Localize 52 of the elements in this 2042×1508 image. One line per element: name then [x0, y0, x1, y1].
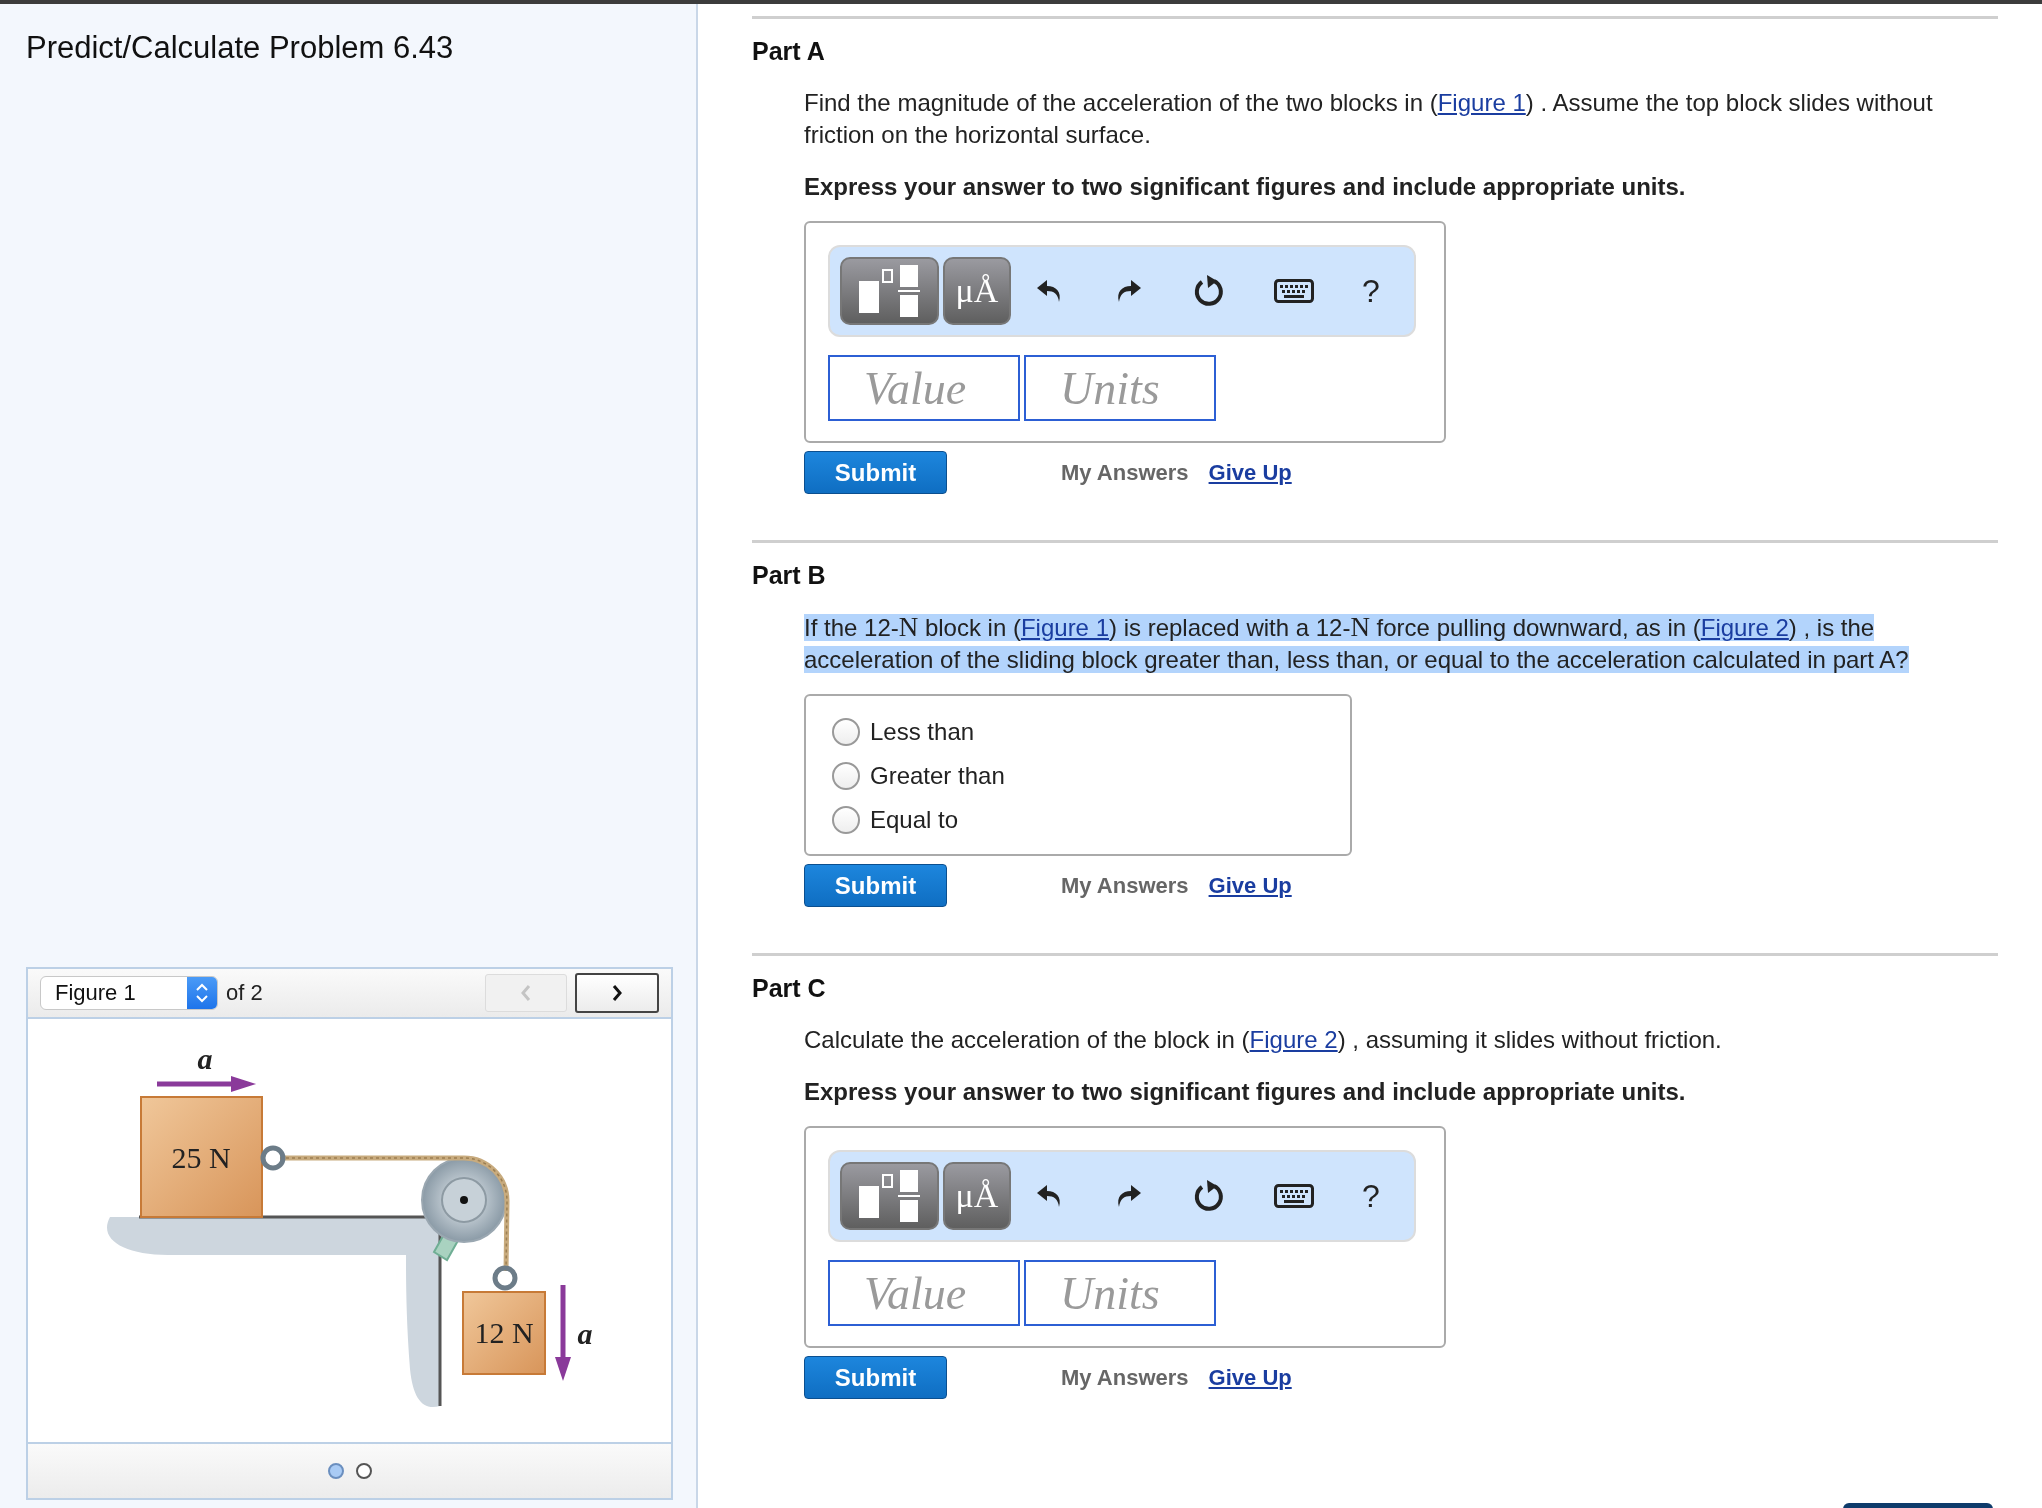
- instruction-text: Express your answer to two significant figures and include appropriate units.: [804, 1077, 1687, 1107]
- my-answers-label: My Answers: [1061, 872, 1189, 899]
- give-up-link[interactable]: Give Up: [1208, 459, 1292, 486]
- give-up-link[interactable]: Give Up: [1208, 1364, 1292, 1391]
- help-button[interactable]: ?: [1362, 1177, 1380, 1215]
- units-button[interactable]: μÅ: [943, 257, 1011, 325]
- problem-title: Predict/Calculate Problem 6.43: [26, 29, 454, 67]
- question-text: If the 12-N block in (Figure 1) is replaced with a 12-N force pulling downward, as in (Figure 2) , is the acceleration of the sliding block greater than, less than, or equal to the acceleration calculated in part A?: [804, 611, 1910, 675]
- radio-button[interactable]: [832, 762, 860, 790]
- part-heading: Part C: [752, 973, 827, 1004]
- chevron-right-icon: [611, 984, 623, 1002]
- question-text: Find the magnitude of the acceleration of the two blocks in (Figure 1) . Assume the top block slides without friction on the horizontal surface.: [804, 88, 1934, 150]
- weight-label: 25 N: [171, 1141, 231, 1174]
- units-input[interactable]: Units: [1024, 1260, 1216, 1326]
- value-input[interactable]: Value: [828, 355, 1020, 421]
- page-dot[interactable]: [327, 1463, 344, 1479]
- weight-label: 12 N: [474, 1316, 534, 1349]
- acceleration-label: a: [197, 1042, 213, 1075]
- radio-button[interactable]: [832, 806, 860, 834]
- question-text: Calculate the acceleration of the block in (Figure 2) , assuming it slides without friction.: [804, 1025, 1723, 1055]
- stepper-icon: [187, 977, 217, 1009]
- submit-button[interactable]: Submit: [804, 864, 947, 907]
- keyboard-icon[interactable]: [1273, 1183, 1314, 1209]
- page-dot[interactable]: [355, 1463, 372, 1479]
- templates-button[interactable]: [840, 1162, 939, 1230]
- part-heading: Part A: [752, 36, 826, 67]
- figure-count: of 2: [226, 980, 263, 1006]
- give-up-link[interactable]: Give Up: [1208, 872, 1292, 899]
- figure-link[interactable]: Figure 2: [1249, 1026, 1338, 1053]
- instruction-text: Express your answer to two significant figures and include appropriate units.: [804, 172, 1687, 202]
- chevron-left-icon: [520, 984, 532, 1002]
- units-input[interactable]: Units: [1024, 355, 1216, 421]
- value-input[interactable]: Value: [828, 1260, 1020, 1326]
- my-answers-label: My Answers: [1061, 1364, 1189, 1391]
- my-answers-label: My Answers: [1061, 459, 1189, 486]
- keyboard-icon[interactable]: [1273, 278, 1314, 304]
- figure-link[interactable]: Figure 2: [1700, 614, 1789, 641]
- option-label[interactable]: Greater than: [870, 760, 1005, 792]
- part-heading: Part B: [752, 560, 827, 591]
- acceleration-label: a: [577, 1317, 593, 1350]
- figure-link[interactable]: Figure 1: [1020, 614, 1109, 641]
- templates-button[interactable]: [840, 257, 939, 325]
- radio-button[interactable]: [832, 718, 860, 746]
- next-button[interactable]: [575, 973, 659, 1013]
- units-button[interactable]: μÅ: [943, 1162, 1011, 1230]
- submit-button[interactable]: Submit: [804, 1356, 947, 1399]
- figure-select[interactable]: Figure 1: [40, 976, 218, 1010]
- figure-link[interactable]: Figure 1: [1437, 89, 1526, 116]
- help-button[interactable]: ?: [1362, 272, 1380, 310]
- option-label[interactable]: Equal to: [870, 804, 959, 836]
- option-label[interactable]: Less than: [870, 716, 975, 748]
- submit-button[interactable]: Submit: [804, 451, 947, 494]
